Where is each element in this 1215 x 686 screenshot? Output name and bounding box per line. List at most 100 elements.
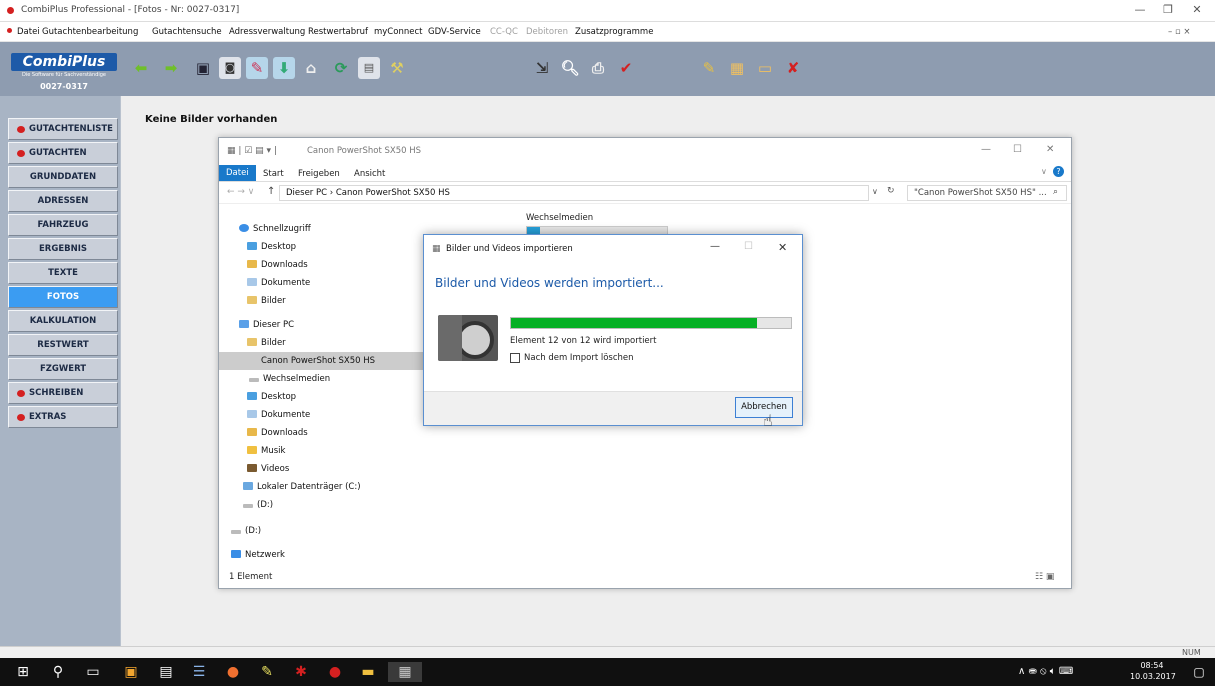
- search-icon[interactable]: ⚲: [47, 662, 69, 682]
- nav-netzwerk[interactable]: Netzwerk: [219, 546, 479, 564]
- clock-date[interactable]: 10.03.2017: [1130, 672, 1176, 681]
- print-icon[interactable]: ⎙: [587, 57, 609, 79]
- export-icon[interactable]: ⇲: [531, 57, 553, 79]
- nav-fotos[interactable]: FOTOS: [8, 286, 118, 308]
- publisher-icon[interactable]: ▤: [155, 662, 177, 682]
- preview-icon[interactable]: 🔍︎: [559, 57, 581, 79]
- refresh-icon[interactable]: ↻: [887, 186, 895, 196]
- explorer-close-icon[interactable]: ✕: [1046, 144, 1054, 155]
- image-info-icon[interactable]: ▤: [358, 57, 380, 79]
- image-import-icon[interactable]: ⬇: [273, 57, 295, 79]
- windows-start-icon[interactable]: ⊞: [12, 662, 34, 682]
- search-icon[interactable]: ⌕: [1053, 187, 1058, 197]
- tab-ansicht[interactable]: Ansicht: [354, 167, 385, 181]
- ribbon-expand-icon[interactable]: ∨: [1041, 167, 1047, 176]
- nav-extras[interactable]: EXTRAS: [8, 406, 118, 428]
- menu-datei[interactable]: Datei: [17, 27, 40, 37]
- import-status: Element 12 von 12 wird importiert: [510, 336, 657, 346]
- firefox-icon[interactable]: ●: [222, 662, 244, 682]
- nav-gutachten[interactable]: GUTACHTEN: [8, 142, 118, 164]
- search-field[interactable]: "Canon PowerShot SX50 HS" ...: [907, 185, 1067, 201]
- nav-drive-d[interactable]: (D:): [219, 496, 479, 514]
- dialog-close-icon[interactable]: ✕: [778, 241, 787, 254]
- explorer-maximize-icon[interactable]: ☐: [1013, 144, 1022, 155]
- mdi-controls[interactable]: – ▫ ×: [1168, 27, 1191, 37]
- nav-schreiben[interactable]: SCHREIBEN: [8, 382, 118, 404]
- nav-ergebnis[interactable]: ERGEBNIS: [8, 238, 118, 260]
- view-toggle-icons[interactable]: ☷ ▣: [1035, 572, 1054, 582]
- refresh-icon[interactable]: ⟳: [330, 57, 352, 79]
- system-tray-icons[interactable]: ∧ ⛂ ⦸ 🔈︎ ⌨: [1018, 666, 1073, 677]
- camera-icon[interactable]: ◙: [219, 57, 241, 79]
- menu-zusatzprogramme[interactable]: Zusatzprogramme: [575, 27, 653, 37]
- nav-musik[interactable]: Musik: [219, 442, 479, 460]
- combiplus-taskbar-icon[interactable]: ●: [324, 662, 346, 682]
- exit-x-icon[interactable]: ✘: [782, 57, 804, 79]
- menu-gdv-service[interactable]: GDV-Service: [428, 27, 481, 37]
- document-icon[interactable]: ▦: [726, 57, 748, 79]
- import-app-icon: ▦: [432, 244, 441, 254]
- delete-after-import-label[interactable]: Nach dem Import löschen: [524, 353, 634, 363]
- nav-videos[interactable]: Videos: [219, 460, 479, 478]
- nav-up-icon[interactable]: ↑: [267, 186, 275, 197]
- quick-access-toolbar-icons[interactable]: ▦ | ☑ ▤ ▾ |: [227, 146, 277, 156]
- nav-grunddaten[interactable]: GRUNDDATEN: [8, 166, 118, 188]
- delete-image-icon[interactable]: ⌂: [300, 57, 322, 79]
- drive-icon: [243, 504, 253, 508]
- toolbar: CombiPlus Die Software für Sachverständi…: [0, 42, 1215, 96]
- import-taskbar-icon[interactable]: ▦: [388, 662, 422, 682]
- nav-fzgwert[interactable]: FZGWERT: [8, 358, 118, 380]
- outlook-icon[interactable]: ▣: [120, 662, 142, 682]
- nav-texte[interactable]: TEXTE: [8, 262, 118, 284]
- combiplus-logo: CombiPlus: [11, 53, 117, 71]
- notification-icon[interactable]: ▢: [1188, 662, 1210, 682]
- clock-time[interactable]: 08:54: [1130, 661, 1174, 670]
- menu-restwertabruf[interactable]: Restwertabruf: [308, 27, 368, 37]
- nav-adressen[interactable]: ADRESSEN: [8, 190, 118, 212]
- tab-start[interactable]: Start: [263, 167, 284, 181]
- save-icon[interactable]: ▣: [192, 57, 214, 79]
- restore-icon[interactable]: ❐: [1158, 3, 1178, 16]
- minimize-icon[interactable]: —: [1130, 3, 1150, 16]
- menu-myconnect[interactable]: myConnect: [374, 27, 422, 37]
- nav-drive-d-root[interactable]: (D:): [219, 522, 479, 540]
- menu-gutachtenbearbeitung[interactable]: Gutachtenbearbeitung: [42, 27, 138, 37]
- document-icon: [247, 278, 257, 286]
- nav-fahrzeug[interactable]: FAHRZEUG: [8, 214, 118, 236]
- tools-icon[interactable]: ⚒: [386, 57, 408, 79]
- explorer-minimize-icon[interactable]: —: [981, 144, 991, 155]
- address-bar[interactable]: Dieser PC › Canon PowerShot SX50 HS: [279, 185, 869, 201]
- nav-local-disk-c[interactable]: Lokaler Datenträger (C:): [219, 478, 479, 496]
- menu-debitoren[interactable]: Debitoren: [526, 27, 568, 37]
- tab-freigeben[interactable]: Freigeben: [298, 167, 340, 181]
- tab-datei[interactable]: Datei: [219, 165, 256, 181]
- menu-bar: Datei Gutachtenbearbeitung Gutachtensuch…: [0, 22, 1215, 42]
- red-app-icon[interactable]: ✱: [290, 662, 312, 682]
- confirm-check-icon[interactable]: ✔: [615, 57, 637, 79]
- help-icon[interactable]: ?: [1053, 166, 1064, 177]
- note-edit-icon[interactable]: ✎: [698, 57, 720, 79]
- delete-after-import-checkbox[interactable]: [510, 353, 520, 363]
- dialog-minimize-icon[interactable]: —: [710, 241, 720, 252]
- nav-pc-downloads[interactable]: Downloads: [219, 424, 479, 442]
- folder-icon[interactable]: ▭: [754, 57, 776, 79]
- nav-gutachtenliste[interactable]: GUTACHTENLISTE: [8, 118, 118, 140]
- close-icon[interactable]: ✕: [1187, 3, 1207, 16]
- menu-gutachtensuche[interactable]: Gutachtensuche: [152, 27, 222, 37]
- menu-adressverwaltung[interactable]: Adressverwaltung: [229, 27, 305, 37]
- menu-cc-qc[interactable]: CC-QC: [490, 27, 518, 37]
- nav-kalkulation[interactable]: KALKULATION: [8, 310, 118, 332]
- network-tool-icon[interactable]: ☰: [188, 662, 210, 682]
- forward-arrow-icon[interactable]: ➡: [160, 57, 182, 79]
- edit-image-icon[interactable]: ✎: [246, 57, 268, 79]
- back-arrow-icon[interactable]: ⬅: [130, 57, 152, 79]
- num-lock-indicator: NUM: [1182, 648, 1201, 657]
- editor-icon[interactable]: ✎: [256, 662, 278, 682]
- nav-back-forward-icons[interactable]: ← → ∨: [227, 187, 254, 197]
- file-explorer-icon[interactable]: ▬: [357, 662, 379, 682]
- app-title-bar: CombiPlus Professional - [Fotos - Nr: 00…: [0, 0, 1215, 22]
- task-view-icon[interactable]: ▭: [82, 662, 104, 682]
- report-number: 0027-0317: [40, 82, 88, 91]
- address-dropdown-icon[interactable]: ∨: [872, 187, 878, 196]
- nav-restwert[interactable]: RESTWERT: [8, 334, 118, 356]
